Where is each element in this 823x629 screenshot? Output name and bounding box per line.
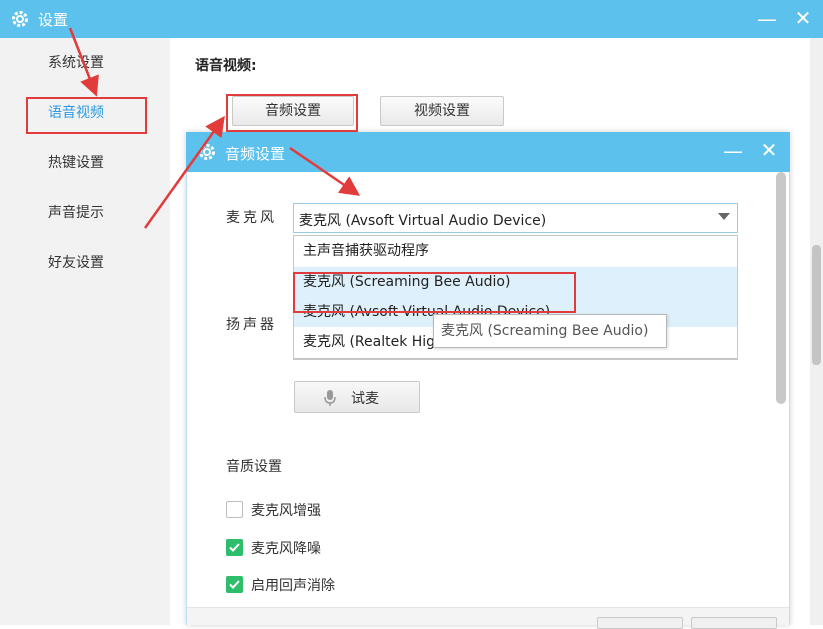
gear-icon xyxy=(199,144,215,160)
annotation-box xyxy=(26,97,147,134)
sidebar-item-system[interactable]: 系统设置 xyxy=(0,46,170,80)
cancel-button[interactable] xyxy=(691,617,777,629)
dialog-minimize-button[interactable]: — xyxy=(722,141,744,163)
annotation-box xyxy=(226,94,358,132)
dialog-title: 音频设置 xyxy=(225,145,286,163)
annotation-box xyxy=(293,272,576,313)
tooltip: 麦克风 (Screaming Bee Audio) xyxy=(433,314,667,348)
sidebar-item-hotkeys[interactable]: 热键设置 xyxy=(0,146,170,180)
check-icon xyxy=(229,543,240,552)
noise-reduction-checkbox[interactable] xyxy=(226,539,243,556)
video-settings-button[interactable]: 视频设置 xyxy=(380,96,504,126)
minimize-button[interactable]: — xyxy=(756,9,778,31)
dropdown-option[interactable]: 主声音捕获驱动程序 xyxy=(294,236,737,266)
microphone-label: 麦克风 xyxy=(226,210,277,226)
echo-cancel-label: 启用回声消除 xyxy=(251,578,335,594)
quality-settings-title: 音质设置 xyxy=(226,459,282,475)
window-title: 设置 xyxy=(38,11,69,29)
section-title: 语音视频: xyxy=(195,58,257,74)
gear-icon xyxy=(12,11,28,27)
confirm-button[interactable] xyxy=(597,617,683,629)
dialog-scrollbar-thumb[interactable] xyxy=(776,172,786,404)
scrollbar-thumb[interactable] xyxy=(812,245,821,365)
sidebar-item-friends[interactable]: 好友设置 xyxy=(0,246,170,280)
check-icon xyxy=(229,580,240,589)
title-bar xyxy=(0,0,823,38)
sidebar-item-sound-alerts[interactable]: 声音提示 xyxy=(0,196,170,230)
mic-boost-label: 麦克风增强 xyxy=(251,503,321,519)
test-microphone-label: 试麦 xyxy=(351,391,379,407)
dialog-close-button[interactable]: ✕ xyxy=(758,140,780,162)
close-button[interactable]: ✕ xyxy=(792,8,814,30)
microphone-select-value: 麦克风 (Avsoft Virtual Audio Device) xyxy=(299,213,547,229)
noise-reduction-label: 麦克风降噪 xyxy=(251,541,321,557)
mic-boost-checkbox[interactable] xyxy=(226,501,243,518)
chevron-down-icon[interactable] xyxy=(718,213,730,220)
speaker-label: 扬声器 xyxy=(226,317,277,333)
microphone-icon xyxy=(324,390,336,406)
echo-cancel-checkbox[interactable] xyxy=(226,576,243,593)
